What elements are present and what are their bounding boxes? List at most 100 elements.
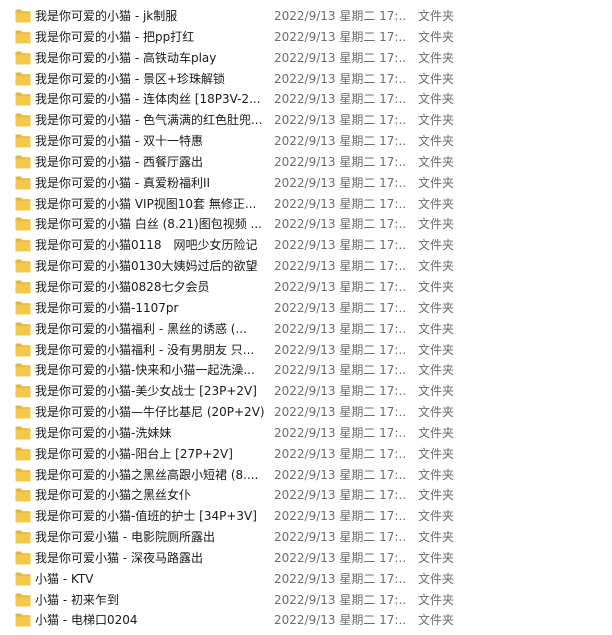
folder-row-15[interactable]: 我是你可爱的小猫-1107pr 2022/9/13 星期二 17:... 文件夹 [0,298,612,319]
folder-row-23[interactable]: 我是你可爱的小猫之黑丝高跟小短裙 (8.... 2022/9/13 星期二 17… [0,465,612,486]
item-type: 文件夹 [418,113,455,128]
item-type: 文件夹 [418,384,455,399]
folder-name: 我是你可爱的小猫 - 西餐厅露出 [35,154,203,169]
folder-name: 我是你可爱小猫 - 深夜马路露出 [35,550,203,565]
modified-date: 2022/9/13 星期二 17:... [274,446,406,461]
item-type: 文件夹 [418,154,455,169]
folder-name: 我是你可爱的小猫0118 网吧少女历险记 [35,238,258,253]
folder-row-19[interactable]: 我是你可爱的小猫-美少女战士 [23P+2V] 2022/9/13 星期二 17… [0,381,612,402]
folder-name: 我是你可爱的小猫-1107pr [35,300,179,315]
folder-name: 我是你可爱小猫 - 电影院厕所露出 [35,530,215,545]
item-type: 文件夹 [418,613,455,628]
folder-row-13[interactable]: 我是你可爱的小猫0130大姨妈过后的欲望 2022/9/13 星期二 17:..… [0,256,612,277]
folder-name: 我是你可爱的小猫-美少女战士 [23P+2V] [35,384,257,399]
item-type: 文件夹 [418,29,455,44]
modified-date: 2022/9/13 星期二 17:... [274,29,406,44]
folder-row-27[interactable]: 我是你可爱小猫 - 深夜马路露出 2022/9/13 星期二 17:... 文件… [0,548,612,569]
folder-name: 我是你可爱的小猫-快来和小猫一起洗澡... [35,363,255,378]
item-type: 文件夹 [418,300,455,315]
modified-date: 2022/9/13 星期二 17:... [274,592,406,607]
folder-name: 我是你可爱的小猫0130大姨妈过后的欲望 [35,259,258,274]
folder-icon [15,363,31,377]
folder-row-5[interactable]: 我是你可爱的小猫 - 连体肉丝 [18P3V-2... 2022/9/13 星期… [0,89,612,110]
folder-row-16[interactable]: 我是你可爱的小猫福利 - 黑丝的诱惑 (... 2022/9/13 星期二 17… [0,319,612,340]
folder-row-24[interactable]: 我是你可爱的小猫之黑丝女仆 2022/9/13 星期二 17:... 文件夹 [0,485,612,506]
folder-row-9[interactable]: 我是你可爱的小猫 - 真爱粉福利II 2022/9/13 星期二 17:... … [0,173,612,194]
item-type: 文件夹 [418,196,455,211]
item-type: 文件夹 [418,134,455,149]
item-type: 文件夹 [418,321,455,336]
folder-row-25[interactable]: 我是你可爱的小猫-值班的护士 [34P+3V] 2022/9/13 星期二 17… [0,506,612,527]
folder-name: 我是你可爱的小猫0828七夕会员 [35,279,210,294]
folder-icon [15,593,31,607]
folder-row-22[interactable]: 我是你可爱的小猫-阳台上 [27P+2V] 2022/9/13 星期二 17:.… [0,444,612,465]
folder-name: 我是你可爱的小猫-洗妹妹 [35,425,172,440]
folder-row-7[interactable]: 我是你可爱的小猫 - 双十一特惠 2022/9/13 星期二 17:... 文件… [0,131,612,152]
folder-icon [15,447,31,461]
folder-icon [15,259,31,273]
folder-name: 我是你可爱的小猫-值班的护士 [34P+3V] [35,509,257,524]
modified-date: 2022/9/13 星期二 17:... [274,217,406,232]
folder-row-12[interactable]: 我是你可爱的小猫0118 网吧少女历险记 2022/9/13 星期二 17:..… [0,235,612,256]
folder-icon [15,343,31,357]
modified-date: 2022/9/13 星期二 17:... [274,175,406,190]
item-type: 文件夹 [418,592,455,607]
modified-date: 2022/9/13 星期二 17:... [274,384,406,399]
folder-name: 我是你可爱的小猫 - 把pp打红 [35,29,195,44]
folder-row-6[interactable]: 我是你可爱的小猫 - 色气满满的红色肚兜... 2022/9/13 星期二 17… [0,110,612,131]
modified-date: 2022/9/13 星期二 17:... [274,71,406,86]
folder-row-10[interactable]: 我是你可爱的小猫 VIP视图10套 無修正... 2022/9/13 星期二 1… [0,194,612,215]
folder-icon [15,113,31,127]
folder-row-30[interactable]: 小猫 - 电梯口0204 2022/9/13 星期二 17:... 文件夹 [0,610,612,631]
item-type: 文件夹 [418,405,455,420]
modified-date: 2022/9/13 星期二 17:... [274,238,406,253]
folder-icon [15,72,31,86]
modified-date: 2022/9/13 星期二 17:... [274,363,406,378]
folder-row-4[interactable]: 我是你可爱的小猫 - 景区+珍珠解锁 2022/9/13 星期二 17:... … [0,69,612,90]
folder-row-11[interactable]: 我是你可爱的小猫 白丝 (8.21)图包视频 ... 2022/9/13 星期二… [0,214,612,235]
modified-date: 2022/9/13 星期二 17:... [274,50,406,65]
folder-row-1[interactable]: 我是你可爱的小猫 - jk制服 2022/9/13 星期二 17:... 文件夹 [0,6,612,27]
modified-date: 2022/9/13 星期二 17:... [274,154,406,169]
folder-row-2[interactable]: 我是你可爱的小猫 - 把pp打红 2022/9/13 星期二 17:... 文件… [0,27,612,48]
modified-date: 2022/9/13 星期二 17:... [274,279,406,294]
item-type: 文件夹 [418,488,455,503]
folder-name: 我是你可爱的小猫 - jk制服 [35,9,178,23]
modified-date: 2022/9/13 星期二 17:... [274,9,406,23]
modified-date: 2022/9/13 星期二 17:... [274,509,406,524]
folder-row-14[interactable]: 我是你可爱的小猫0828七夕会员 2022/9/13 星期二 17:... 文件… [0,277,612,298]
folder-icon [15,530,31,544]
folder-icon [15,30,31,44]
modified-date: 2022/9/13 星期二 17:... [274,92,406,107]
modified-date: 2022/9/13 星期二 17:... [274,196,406,211]
modified-date: 2022/9/13 星期二 17:... [274,488,406,503]
folder-icon [15,426,31,440]
folder-row-21[interactable]: 我是你可爱的小猫-洗妹妹 2022/9/13 星期二 17:... 文件夹 [0,423,612,444]
item-type: 文件夹 [418,530,455,545]
item-type: 文件夹 [418,238,455,253]
folder-name: 我是你可爱的小猫 - 双十一特惠 [35,134,203,149]
folder-icon [15,322,31,336]
folder-icon [15,280,31,294]
item-type: 文件夹 [418,259,455,274]
folder-row-17[interactable]: 我是你可爱的小猫福利 - 没有男朋友 只... 2022/9/13 星期二 17… [0,340,612,361]
item-type: 文件夹 [418,342,455,357]
folder-icon [15,238,31,252]
folder-row-20[interactable]: 我是你可爱的小猫—牛仔比基尼 (20P+2V) 2022/9/13 星期二 17… [0,402,612,423]
folder-icon [15,301,31,315]
folder-icon [15,613,31,627]
folder-icon [15,405,31,419]
folder-row-29[interactable]: 小猫 - 初来乍到 2022/9/13 星期二 17:... 文件夹 [0,590,612,611]
folder-row-28[interactable]: 小猫 - KTV 2022/9/13 星期二 17:... 文件夹 [0,569,612,590]
folder-icon [15,176,31,190]
modified-date: 2022/9/13 星期二 17:... [274,425,406,440]
folder-name: 我是你可爱的小猫 - 景区+珍珠解锁 [35,71,226,86]
folder-name: 我是你可爱的小猫-阳台上 [27P+2V] [35,446,233,461]
modified-date: 2022/9/13 星期二 17:... [274,300,406,315]
folder-row-18[interactable]: 我是你可爱的小猫-快来和小猫一起洗澡... 2022/9/13 星期二 17:.… [0,360,612,381]
item-type: 文件夹 [418,550,455,565]
item-type: 文件夹 [418,467,455,482]
folder-row-26[interactable]: 我是你可爱小猫 - 电影院厕所露出 2022/9/13 星期二 17:... 文… [0,527,612,548]
folder-row-3[interactable]: 我是你可爱的小猫 - 高铁动车play 2022/9/13 星期二 17:...… [0,48,612,69]
folder-row-8[interactable]: 我是你可爱的小猫 - 西餐厅露出 2022/9/13 星期二 17:... 文件… [0,152,612,173]
